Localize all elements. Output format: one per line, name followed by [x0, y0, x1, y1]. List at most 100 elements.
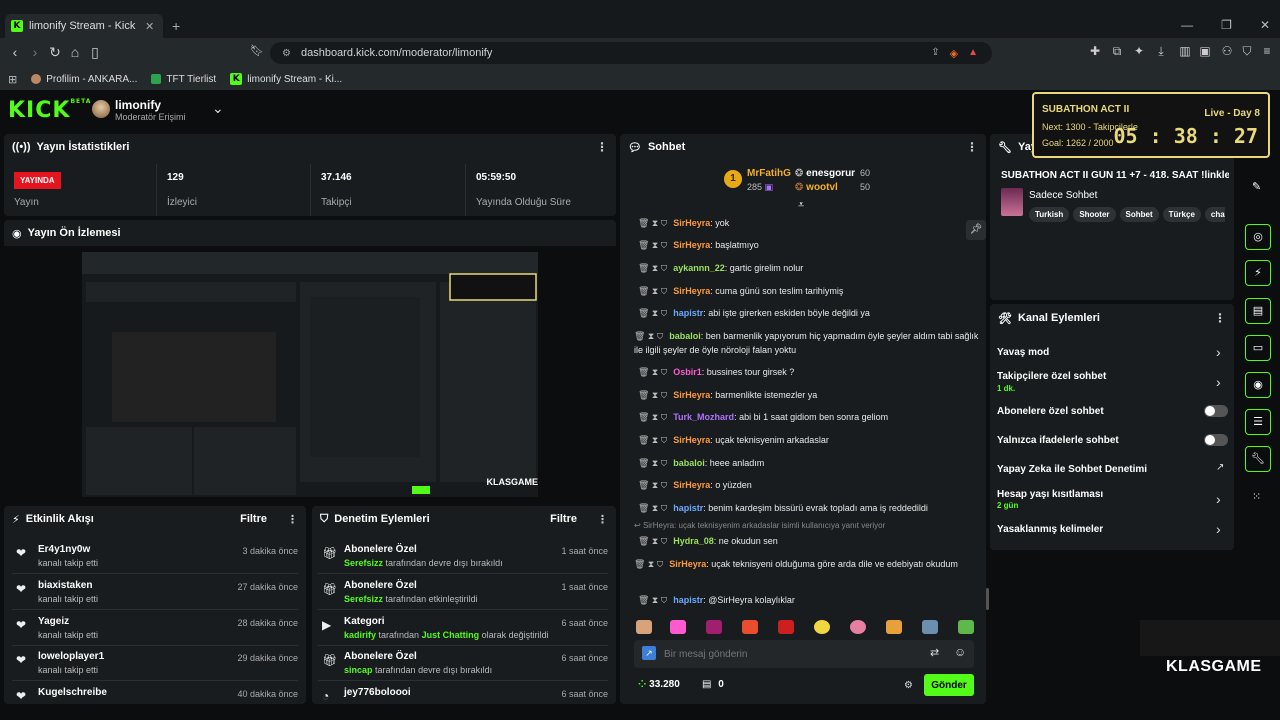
translate-icon[interactable]: ⇄ — [930, 646, 939, 659]
chat-message[interactable]: 🗑︎ ⧗ ⛉ aykannn_22: gartic girelim nolur — [638, 261, 980, 275]
chat-username[interactable]: SirHeyra — [673, 240, 710, 250]
chat-message[interactable]: 🗑︎ ⧗ ⛉ hapistr: @SirHeyra kolaylıklar — [638, 593, 980, 607]
chat-tool-icon[interactable]: ▭ — [1245, 335, 1271, 361]
banned-words-chevron-icon[interactable]: › — [1216, 521, 1221, 537]
moderation-menu-icon[interactable]: ⋮ — [597, 513, 608, 526]
home-icon[interactable]: ⌂ — [66, 44, 84, 60]
chat-scrollbar[interactable] — [986, 588, 989, 610]
mod-actions-icon[interactable]: 🗑︎ ⧗ ⛉ — [638, 458, 667, 468]
second-place[interactable]: ❂ enesgorur — [795, 168, 855, 179]
chat-username[interactable]: hapistr — [673, 308, 703, 318]
mod-actions-icon[interactable]: 🗑︎ ⧗ ⛉ — [638, 503, 667, 513]
emote-icon[interactable] — [636, 620, 652, 634]
chat-message[interactable]: 🗑︎ ⧗ ⛉ SirHeyra: yok — [638, 216, 980, 230]
chat-message[interactable]: 🗑︎ ⧗ ⛉ hapistr: abi işte girerken eskiden… — [638, 306, 980, 320]
mod-actions-icon[interactable]: 🗑︎ ⧗ ⛉ — [638, 286, 667, 296]
tag[interactable]: cha — [1204, 207, 1225, 222]
mod-actions-icon[interactable]: 🗑︎ ⧗ ⛉ — [638, 218, 667, 228]
stats-menu-icon[interactable]: ⋮ — [596, 140, 608, 154]
chat-username[interactable]: SirHeyra — [673, 218, 710, 228]
emote-icon[interactable] — [670, 620, 686, 634]
chat-message[interactable]: 🗑︎ ⧗ ⛉ SirHeyra: cuma günü son teslim tar… — [638, 284, 980, 298]
banned-words-label[interactable]: Yasaklanmış kelimeler — [997, 524, 1103, 535]
tag[interactable]: Turkish — [1029, 207, 1070, 222]
channel-points[interactable]: ⁘ 33.280 — [638, 679, 680, 690]
leaderboard-toggle-icon[interactable]: ⩡ — [798, 199, 804, 212]
followers-only-chevron-icon[interactable]: › — [1216, 374, 1221, 390]
shield-icon[interactable]: ⛉ — [1238, 44, 1256, 59]
chat-message[interactable]: 🗑︎ ⧗ ⛉ Turk_Mozhard: abi bi 1 saat gidiom… — [638, 410, 980, 424]
url-field[interactable]: ⚙ dashboard.kick.com/moderator/limonify … — [270, 42, 992, 64]
chat-username[interactable]: babaloi — [673, 458, 705, 468]
chat-message[interactable]: 🗑︎ ⧗ ⛉ babaloi: heee anladım — [638, 456, 980, 470]
close-window-icon[interactable]: ✕ — [1260, 18, 1270, 32]
emote-icon[interactable] — [886, 620, 902, 634]
browser-tab[interactable]: K limonify Stream - Kick Dashboard ✕ — [5, 14, 163, 38]
chat-username[interactable]: SirHeyra — [669, 559, 706, 569]
chat-message[interactable]: 🗑︎ ⧗ ⛉ SirHeyra: uçak teknisyenim arkadas… — [638, 433, 980, 447]
reload-icon[interactable]: ↻ — [46, 44, 64, 61]
close-tab-icon[interactable]: ✕ — [145, 20, 154, 33]
apps-dots-icon[interactable]: ⁙ — [1252, 490, 1261, 503]
chat-message[interactable]: 🗑︎ ⧗ ⛉ SirHeyra: o yüzden — [638, 478, 980, 492]
mod-actions-icon[interactable]: 🗑︎ ⧗ ⛉ — [634, 559, 663, 569]
wrench-tool-icon[interactable]: 🔧︎ — [1245, 446, 1271, 472]
chat-username[interactable]: Hydra_08 — [673, 536, 714, 546]
camera-tool-icon[interactable]: ◎ — [1245, 224, 1271, 250]
rewards-icon[interactable]: ▲ — [968, 47, 978, 60]
minimize-icon[interactable]: — — [1181, 18, 1193, 32]
new-tab-icon[interactable]: + — [172, 18, 180, 34]
chat-username[interactable]: SirHeyra — [673, 390, 710, 400]
emotes-only-toggle[interactable] — [1204, 434, 1228, 446]
chat-username[interactable]: Turk_Mozhard — [673, 412, 734, 422]
stream-preview[interactable]: KLASGAME — [82, 252, 538, 497]
forward-icon[interactable]: › — [26, 44, 44, 60]
mod-actions-icon[interactable]: 🗑︎ ⧗ ⛉ — [638, 480, 667, 490]
chat-message[interactable]: 🗑︎ ⧗ ⛉ Osbir1: bussines tour girsek ? — [638, 365, 980, 379]
channel-actions-menu-icon[interactable]: ⋮ — [1214, 311, 1226, 325]
apps-grid-icon[interactable]: ⊞ — [8, 73, 17, 86]
followers-only-label[interactable]: Takipçilere özel sohbet — [997, 371, 1106, 382]
edit-pencil-icon[interactable]: ✎ — [1252, 180, 1261, 193]
tag[interactable]: Türkçe — [1162, 207, 1201, 222]
maximize-icon[interactable]: ❐ — [1221, 18, 1232, 32]
chat-message[interactable]: 🗑︎ ⧗ ⛉ Hydra_08: ne okudun sen — [638, 534, 980, 548]
chat-username[interactable]: SirHeyra — [673, 435, 710, 445]
sidepanel-icon[interactable]: ▥ — [1176, 44, 1194, 58]
chat-message[interactable]: 🗑︎ ⧗ ⛉ SirHeyra: uçak teknisyeni olduğuma… — [634, 557, 980, 571]
mod-actions-icon[interactable]: 🗑︎ ⧗ ⛉ — [638, 536, 667, 546]
mod-actions-icon[interactable]: 🗑︎ ⧗ ⛉ — [638, 412, 667, 422]
activity-menu-icon[interactable]: ⋮ — [287, 513, 298, 526]
mod-actions-icon[interactable]: 🗑︎ ⧗ ⛉ — [638, 367, 667, 377]
mod-actions-icon[interactable]: 🗑︎ ⧗ ⛉ — [638, 263, 667, 273]
chat-username[interactable]: aykannn_22 — [673, 263, 725, 273]
emote-icon[interactable] — [742, 620, 758, 634]
chat-input[interactable] — [664, 644, 914, 664]
moderation-filter-button[interactable]: Filtre — [550, 513, 577, 525]
share-icon[interactable]: ⇪ — [931, 47, 939, 60]
back-icon[interactable]: ‹ — [6, 44, 24, 60]
broadcast-tool-icon[interactable]: ◉ — [1245, 372, 1271, 398]
emote-icon[interactable] — [958, 620, 974, 634]
slow-mode-label[interactable]: Yavaş mod — [997, 347, 1049, 358]
ai-moderation-label[interactable]: Yapay Zeka ile Sohbet Denetimi — [997, 464, 1147, 475]
tag[interactable]: Shooter — [1073, 207, 1116, 222]
mod-actions-icon[interactable]: 🗑︎ ⧗ ⛉ — [638, 240, 667, 250]
chat-settings-gear-icon[interactable]: ⚙ — [904, 680, 913, 691]
layout-tool-icon[interactable]: ☰ — [1245, 409, 1271, 435]
sidebar-icon[interactable]: ▯ — [86, 44, 104, 61]
leader-name[interactable]: MrFatihG — [747, 168, 791, 179]
account-age-chevron-icon[interactable]: › — [1216, 491, 1221, 507]
emote-icon[interactable] — [778, 620, 794, 634]
tag[interactable]: Sohbet — [1119, 207, 1159, 222]
emote-icon[interactable] — [706, 620, 722, 634]
channel-switcher-chevron-down-icon[interactable]: ⌄ — [212, 100, 224, 117]
account-age-label[interactable]: Hesap yaşı kısıtlaması — [997, 489, 1103, 500]
site-info-icon[interactable]: ⚙ — [282, 48, 291, 59]
chat-message[interactable]: 🗑︎ ⧗ ⛉ hapistr: benim kardeşim bissürü ev… — [638, 501, 980, 515]
chat-menu-icon[interactable]: ⋮ — [966, 140, 978, 154]
document-tool-icon[interactable]: ▤ — [1245, 298, 1271, 324]
bookmark-item[interactable]: Profilim - ANKARA... — [31, 74, 137, 85]
emote-icon[interactable] — [922, 620, 938, 634]
bookmark-item[interactable]: Klimonify Stream - Ki... — [230, 73, 342, 85]
